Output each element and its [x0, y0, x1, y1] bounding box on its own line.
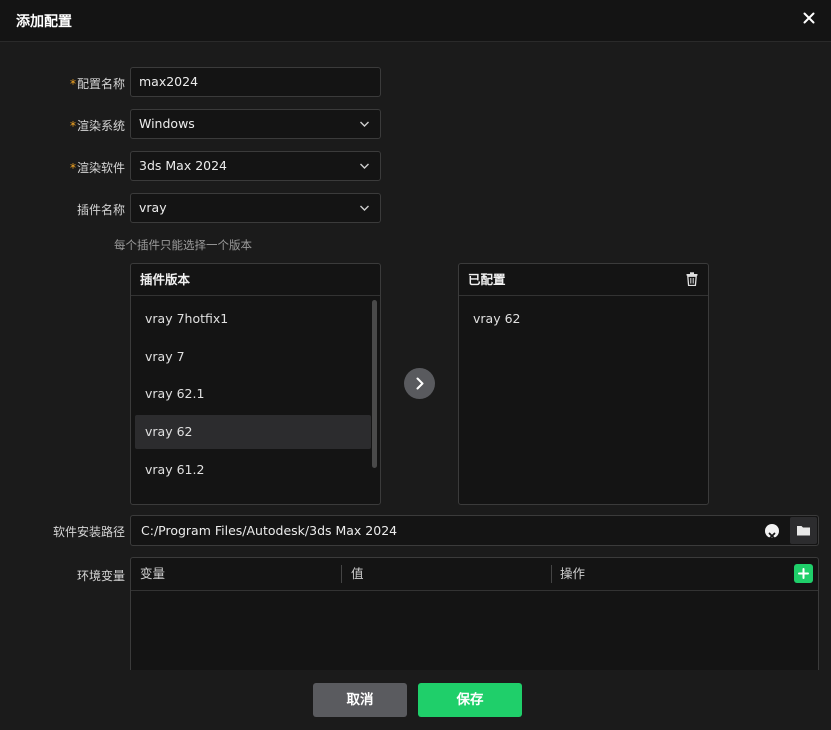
list-item[interactable]: vray 7hotfix1: [135, 302, 371, 336]
column-variable: 变量: [140, 566, 166, 581]
required-mark: *: [69, 119, 76, 133]
config-name-label-text: 配置名称: [76, 77, 125, 91]
install-path-label: 软件安装路径: [52, 525, 125, 539]
render-software-select[interactable]: 3ds Max 2024: [130, 151, 381, 181]
dialog-title: 添加配置: [16, 14, 72, 30]
render-system-value: Windows: [139, 116, 195, 131]
chevron-right-icon: [416, 377, 424, 390]
env-vars-table: 变量 值 操作: [130, 557, 819, 677]
trash-icon[interactable]: [686, 272, 698, 286]
plugin-hint: 每个插件只能选择一个版本: [114, 238, 252, 252]
plugin-versions-panel: 插件版本 vray 7hotfix1 vray 7 vray 62.1 vray…: [130, 263, 381, 505]
scrollbar[interactable]: [372, 300, 377, 468]
configured-header-text: 已配置: [468, 272, 506, 287]
install-path-value: C:/Program Files/Autodesk/3ds Max 2024: [141, 523, 398, 538]
cancel-button[interactable]: 取消: [313, 683, 407, 717]
env-vars-header: 变量 值 操作: [131, 558, 818, 591]
column-action: 操作: [560, 566, 586, 581]
plus-icon: [798, 568, 809, 579]
render-software-value: 3ds Max 2024: [139, 158, 228, 173]
install-path-input[interactable]: C:/Program Files/Autodesk/3ds Max 2024: [130, 515, 819, 546]
plugin-name-value: vray: [139, 200, 167, 215]
folder-icon: [797, 526, 810, 536]
browse-folder-button[interactable]: [790, 517, 817, 544]
list-item[interactable]: vray 7: [135, 340, 371, 374]
configured-header: 已配置: [459, 264, 708, 296]
plugin-name-label: 插件名称: [5, 201, 125, 218]
config-name-label: *配置名称: [5, 75, 125, 92]
env-vars-label: 环境变量: [76, 569, 125, 583]
plugin-name-label-text: 插件名称: [76, 203, 125, 217]
dialog-footer: 取消 保存: [0, 670, 831, 730]
add-config-dialog: 添加配置 *配置名称 max2024 *渲染系统 Windows *渲染软件 3…: [0, 0, 831, 730]
config-name-value: max2024: [139, 74, 199, 89]
add-variable-button[interactable]: [794, 564, 813, 583]
required-mark: *: [69, 77, 76, 91]
list-item-selected[interactable]: vray 62: [135, 415, 371, 449]
column-divider: [551, 565, 552, 583]
save-button[interactable]: 保存: [418, 683, 522, 717]
list-item[interactable]: vray 61.2: [135, 453, 371, 487]
column-divider: [341, 565, 342, 583]
render-system-select[interactable]: Windows: [130, 109, 381, 139]
render-system-label-text: 渲染系统: [76, 119, 125, 133]
chevron-down-icon: [360, 205, 369, 211]
configured-panel: 已配置 vray 62: [458, 263, 709, 505]
render-system-label: *渲染系统: [5, 117, 125, 134]
column-value: 值: [351, 566, 364, 581]
clear-icon[interactable]: [765, 524, 779, 540]
plugin-name-select[interactable]: vray: [130, 193, 381, 223]
chevron-down-icon: [360, 163, 369, 169]
plugin-versions-header: 插件版本: [131, 264, 380, 296]
render-software-label-text: 渲染软件: [76, 161, 125, 175]
configured-item[interactable]: vray 62: [463, 302, 699, 336]
move-right-button[interactable]: [404, 368, 435, 399]
required-mark: *: [69, 161, 76, 175]
list-item[interactable]: vray 62.1: [135, 377, 371, 411]
close-icon[interactable]: [801, 10, 817, 26]
chevron-down-icon: [360, 121, 369, 127]
config-name-input[interactable]: max2024: [130, 67, 381, 97]
dialog-header: 添加配置: [0, 0, 831, 42]
render-software-label: *渲染软件: [5, 159, 125, 176]
